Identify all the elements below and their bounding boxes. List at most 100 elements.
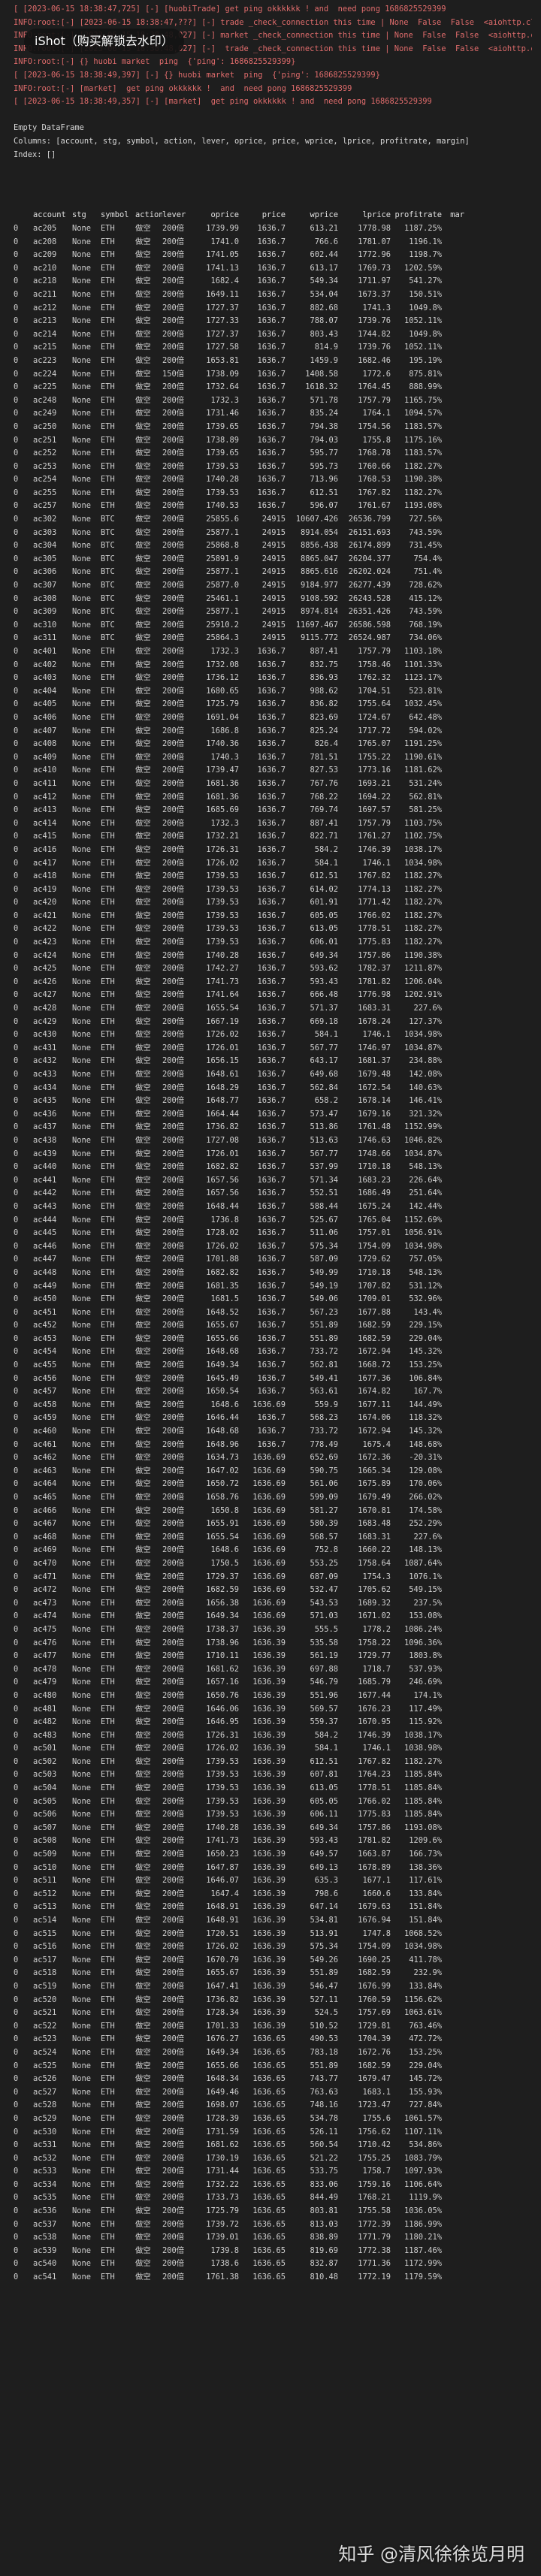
cell-price: 24915: [261, 567, 286, 577]
cell-price: 1636.7: [257, 686, 286, 696]
cell-stg: None: [72, 2021, 92, 2031]
cell-wprice: 490.53: [310, 2034, 338, 2044]
cell-margin: [442, 804, 464, 817]
cell-action: 做空: [135, 911, 151, 920]
cell-account: ac452: [33, 1321, 57, 1330]
table-row: 0 ac473 None ETH 做空 200倍 1656.38 1636.69 543.53 1…: [14, 1597, 539, 1611]
cell-stg: None: [72, 1928, 92, 1938]
cell-profitrate: 1172.99%: [403, 2259, 442, 2269]
cell-lever: 200倍: [162, 2008, 185, 2018]
cell-price: 1636.7: [257, 1333, 286, 1343]
cell-stg: None: [72, 2206, 92, 2216]
cell-oprice: 1650.8: [210, 1505, 239, 1515]
cell-profitrate: 1156.62%: [403, 1995, 442, 2004]
cell-profitrate: 531.24%: [409, 778, 442, 788]
cell-action: 做空: [135, 1836, 151, 1846]
table-row: 0 ac482 None ETH 做空 200倍 1646.95 1636.39 559.37 1…: [14, 1716, 539, 1729]
cell-oprice: 1648.68: [206, 1347, 239, 1357]
table-row: 0 ac447 None ETH 做空 200倍 1701.88 1636.7 587.09 17…: [14, 1253, 539, 1267]
cell-symbol: ETH: [101, 739, 115, 749]
cell-margin: [442, 1134, 464, 1148]
cell-profitrate: 1034.98%: [403, 1241, 442, 1251]
cell-price: 1636.7: [257, 805, 286, 815]
cell-wprice: 605.05: [310, 1796, 338, 1806]
cell-stg: None: [72, 2179, 92, 2189]
cell-account: ac213: [33, 316, 57, 326]
cell-price: 1636.7: [257, 263, 286, 273]
cell-oprice: 1648.6: [210, 1400, 239, 1409]
cell-margin: [442, 1623, 464, 1637]
cell-wprice: 649.34: [310, 950, 338, 960]
cell-lprice: 1755.8: [362, 435, 391, 445]
cell-account: ac210: [33, 263, 57, 273]
cell-profitrate: 1175.16%: [403, 435, 442, 445]
cell-oprice: 1740.3: [210, 752, 239, 762]
cell-stg: None: [72, 1016, 92, 1026]
cell-price: 1636.7: [257, 778, 286, 788]
cell-price: 1636.39: [252, 1704, 286, 1714]
cell-oprice: 1658.76: [206, 1493, 239, 1502]
screenshot-tool-badge[interactable]: iShot（购买解锁去水印）: [24, 29, 184, 54]
cell-account: ac520: [33, 1995, 57, 2004]
cell-wprice: 810.48: [310, 2272, 338, 2282]
cell-stg: None: [72, 276, 92, 286]
table-row: 0 ac535 None ETH 做空 200倍 1733.73 1636.65 844.49 1…: [14, 2191, 539, 2205]
cell-index: 0: [14, 898, 19, 907]
cell-account: ac252: [33, 448, 57, 458]
cell-lprice: 26174.899: [348, 541, 391, 551]
cell-index: 0: [14, 660, 19, 669]
cell-profitrate: 1182.27%: [403, 1756, 442, 1766]
cell-price: 1636.7: [257, 884, 286, 894]
cell-account: ac308: [33, 593, 57, 603]
cell-margin: [442, 288, 464, 302]
cell-stg: None: [72, 2113, 92, 2123]
cell-stg: None: [72, 1505, 92, 1515]
table-row: 0 ac411 None ETH 做空 200倍 1681.36 1636.7 767.76 16…: [14, 778, 539, 791]
cell-symbol: ETH: [101, 2167, 115, 2176]
cell-stg: None: [72, 752, 92, 762]
cell-lever: 200倍: [162, 382, 185, 392]
cell-lprice: 1765.07: [358, 739, 391, 749]
cell-lever: 200倍: [162, 329, 185, 339]
cell-symbol: ETH: [101, 699, 115, 709]
cell-lever: 200倍: [162, 739, 185, 749]
cell-account: ac429: [33, 1016, 57, 1026]
cell-price: 24915: [261, 554, 286, 563]
cell-oprice: 1741.64: [206, 990, 239, 1000]
cell-action: 做空: [135, 1228, 151, 1238]
cell-stg: None: [72, 1056, 92, 1066]
cell-oprice: 1648.68: [206, 1427, 239, 1436]
cell-oprice: 1649.34: [206, 1611, 239, 1621]
cell-lever: 200倍: [162, 1387, 185, 1397]
cell-lprice: 1757.86: [358, 1823, 391, 1832]
cell-lever: 200倍: [162, 541, 185, 551]
cell-wprice: 584.1: [314, 858, 338, 868]
cell-wprice: 551.96: [310, 1690, 338, 1700]
cell-margin: [442, 2231, 464, 2245]
cell-symbol: ETH: [101, 766, 115, 775]
cell-action: 做空: [135, 1862, 151, 1872]
cell-margin: [442, 1465, 464, 1478]
cell-price: 1636.7: [257, 1122, 286, 1132]
cell-action: 做空: [135, 1281, 151, 1291]
table-row: 0 ac253 None ETH 做空 200倍 1739.53 1636.7 595.73 17…: [14, 461, 539, 474]
cell-action: 做空: [135, 1770, 151, 1780]
cell-margin: [442, 1597, 464, 1611]
cell-margin: [442, 659, 464, 672]
cell-margin: [442, 1267, 464, 1280]
cell-stg: None: [72, 1862, 92, 1872]
cell-index: 0: [14, 1690, 19, 1700]
cell-lever: 200倍: [162, 1004, 185, 1013]
cell-account: ac440: [33, 1162, 57, 1172]
cell-wprice: 559.9: [314, 1400, 338, 1409]
cell-margin: [442, 1544, 464, 1557]
cell-oprice: 25877.1: [206, 567, 239, 577]
cell-wprice: 1459.9: [310, 355, 338, 365]
cell-stg: None: [72, 792, 92, 802]
cell-index: 0: [14, 1611, 19, 1621]
cell-lprice: 1674.06: [358, 1413, 391, 1423]
cell-oprice: 1739.01: [206, 2233, 239, 2242]
cell-lprice: 1769.73: [358, 263, 391, 273]
cell-action: 做空: [135, 620, 151, 630]
cell-index: 0: [14, 990, 19, 1000]
